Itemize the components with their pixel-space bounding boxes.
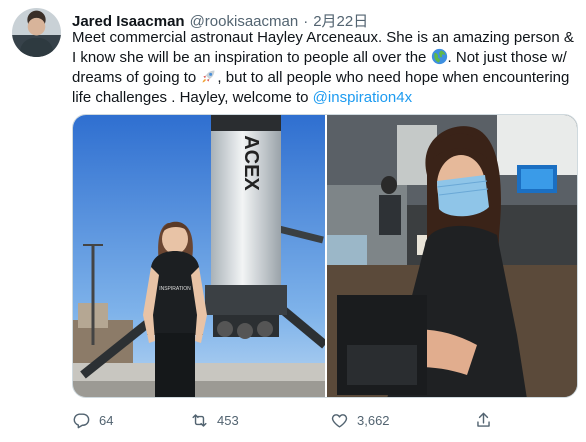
- office-photo-image: [327, 115, 577, 397]
- retweet-count: 453: [217, 412, 239, 428]
- heart-icon: [331, 413, 348, 428]
- action-bar: 64 453 3,662: [72, 406, 512, 434]
- reply-count: 64: [99, 412, 114, 428]
- share-button[interactable]: [474, 406, 493, 434]
- photo-left[interactable]: ACEX INSPIRATION: [73, 115, 325, 397]
- media-grid: ACEX INSPIRATION: [72, 114, 578, 398]
- tweet-text: Meet commercial astronaut Hayley Arcenea…: [72, 28, 580, 108]
- retweet-button[interactable]: 453: [190, 406, 239, 434]
- globe-emoji-icon: [431, 48, 447, 65]
- retweet-icon: [192, 413, 207, 427]
- rocket-photo-image: ACEX INSPIRATION: [73, 115, 325, 397]
- reply-icon: [73, 412, 90, 428]
- tweet-header: Jared Isaacman @rookisaacman · 2月22日: [72, 10, 368, 30]
- reply-button[interactable]: 64: [72, 406, 113, 434]
- photo-right[interactable]: [327, 115, 577, 397]
- share-icon: [477, 412, 490, 427]
- like-count: 3,662: [357, 412, 390, 428]
- rocket-emoji-icon: [202, 70, 215, 83]
- tweet[interactable]: Jared Isaacman @rookisaacman · 2月22日 Mee…: [0, 0, 586, 442]
- shirt-lettering: INSPIRATION: [159, 286, 191, 292]
- booster-lettering: ACEX: [240, 135, 262, 191]
- avatar[interactable]: [12, 8, 61, 57]
- like-button[interactable]: 3,662: [330, 406, 390, 434]
- mention-link[interactable]: @inspiration4x: [313, 89, 412, 106]
